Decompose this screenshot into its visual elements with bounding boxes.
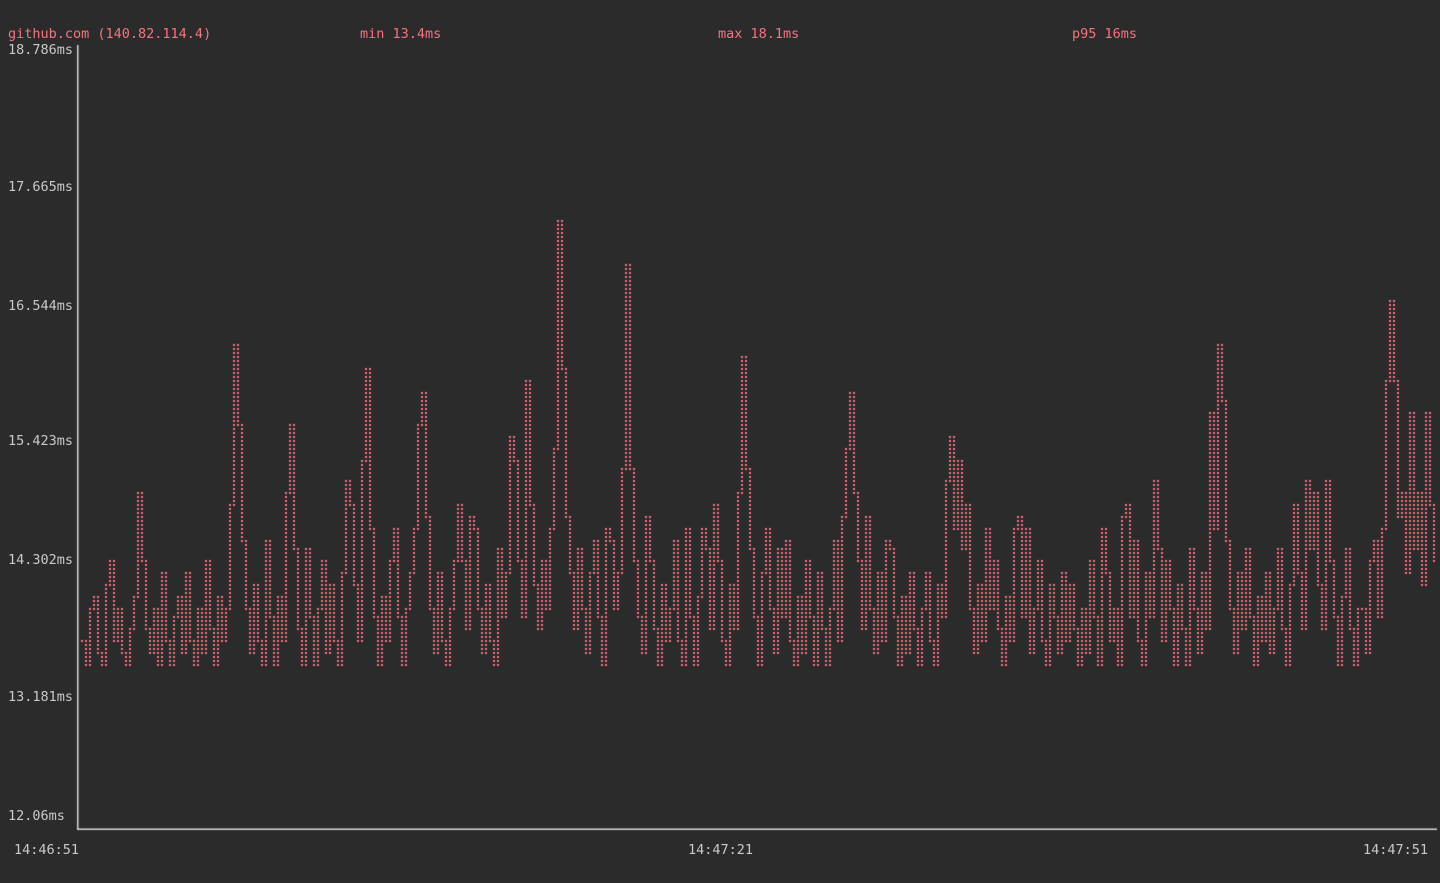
stat-p95-label: p95 16ms [1072,26,1137,42]
y-axis-tick-label: 13.181ms [8,689,73,705]
y-axis-tick-label: 14.302ms [8,552,73,568]
y-axis-tick-label: 18.786ms [8,42,73,58]
y-axis-tick-label: 12.06ms [8,808,65,824]
latency-plot-canvas [0,0,1440,883]
x-axis-tick-label: 14:46:51 [14,842,79,858]
terminal-ping-chart: { "header": { "target": "github.com (140… [0,0,1440,883]
x-axis-tick-label: 14:47:21 [688,842,753,858]
stat-min-label: min 13.4ms [360,26,441,42]
y-axis-tick-label: 17.665ms [8,179,73,195]
ping-target-label: github.com (140.82.114.4) [8,26,211,42]
stat-max-label: max 18.1ms [718,26,799,42]
y-axis-tick-label: 15.423ms [8,433,73,449]
x-axis-tick-label: 14:47:51 [1363,842,1428,858]
y-axis-tick-label: 16.544ms [8,298,73,314]
